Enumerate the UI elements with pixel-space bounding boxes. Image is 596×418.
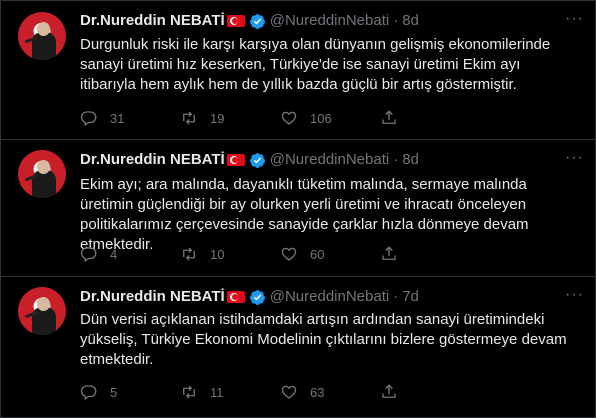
more-options-icon[interactable]: ··· [565,10,584,28]
reply-count: 4 [110,246,118,262]
share-icon [382,384,396,398]
tweet-text: Ekim ayı; ara malında, dayanıklı tüketim… [80,176,529,253]
verified-badge-icon [249,13,265,29]
reply-count: 5 [110,384,118,400]
verified-badge-icon [249,152,265,168]
reply-button[interactable]: 5 [80,383,180,401]
turkey-flag-icon [226,154,245,166]
heart-icon [281,111,297,125]
author-handle[interactable]: @NureddinNebati [270,151,389,169]
tweet-header: Dr.Nureddin NEBATİ @NureddinNebati · 8d [80,151,419,169]
tweet-header: Dr.Nureddin NEBATİ @NureddinNebati · 8d [80,12,419,30]
more-options-icon[interactable]: ··· [565,149,584,167]
separator-dot: · [393,288,399,305]
reply-icon [80,247,97,263]
avatar[interactable] [18,287,66,335]
separator-dot: · [393,12,399,29]
reply-count: 31 [110,110,125,126]
heart-icon [281,385,297,399]
tweet-text: Dün verisi açıklanan istihdamdaki artışı… [80,311,567,368]
share-icon [382,246,396,260]
author-handle[interactable]: @NureddinNebati [270,288,389,306]
like-button[interactable]: 63 [280,383,380,401]
like-count: 60 [310,246,325,262]
avatar[interactable] [18,150,66,198]
like-count: 106 [310,110,332,126]
retweet-icon [183,247,195,261]
turkey-flag-icon [226,15,245,27]
author-handle[interactable]: @NureddinNebati [270,12,389,30]
author-name[interactable]: Dr.Nureddin NEBATİ [80,12,225,30]
author-name[interactable]: Dr.Nureddin NEBATİ [80,288,225,306]
like-count: 63 [310,384,325,400]
reply-icon [80,111,97,127]
avatar-head [37,297,50,311]
timestamp[interactable]: 8d [402,151,419,169]
heart-icon [281,247,297,261]
tweet-divider [0,139,596,140]
like-button[interactable]: 106 [280,109,380,127]
tweet-actions: 31 19 106 [80,108,500,128]
retweet-icon [183,111,195,125]
like-button[interactable]: 60 [280,245,380,263]
retweet-button[interactable]: 19 [180,109,280,127]
tweet-divider [0,276,596,277]
tweet-text: Durgunluk riski ile karşı karşıya olan d… [80,36,551,93]
reply-button[interactable]: 31 [80,109,180,127]
avatar-head [37,160,50,174]
separator-dot: · [393,151,399,168]
retweet-button[interactable]: 11 [180,383,280,401]
tweet-actions: 5 11 63 [80,382,500,402]
timestamp[interactable]: 8d [402,12,419,30]
reply-button[interactable]: 4 [80,245,180,263]
share-button[interactable] [380,245,410,263]
retweet-count: 19 [210,110,225,126]
turkey-flag-icon [226,291,245,303]
timestamp[interactable]: 7d [402,288,419,306]
author-name[interactable]: Dr.Nureddin NEBATİ [80,151,225,169]
reply-icon [80,385,97,401]
retweet-button[interactable]: 10 [180,245,280,263]
retweet-count: 11 [210,384,224,400]
retweet-count: 10 [210,246,225,262]
verified-badge-icon [249,289,265,305]
tweet-header: Dr.Nureddin NEBATİ @NureddinNebati · 7d [80,288,419,306]
share-button[interactable] [380,383,410,401]
avatar-head [37,22,50,36]
more-options-icon[interactable]: ··· [565,286,584,304]
retweet-icon [183,385,195,399]
avatar[interactable] [18,12,66,60]
tweet-actions: 4 10 60 [80,244,500,264]
share-button[interactable] [380,109,410,127]
share-icon [382,110,396,124]
